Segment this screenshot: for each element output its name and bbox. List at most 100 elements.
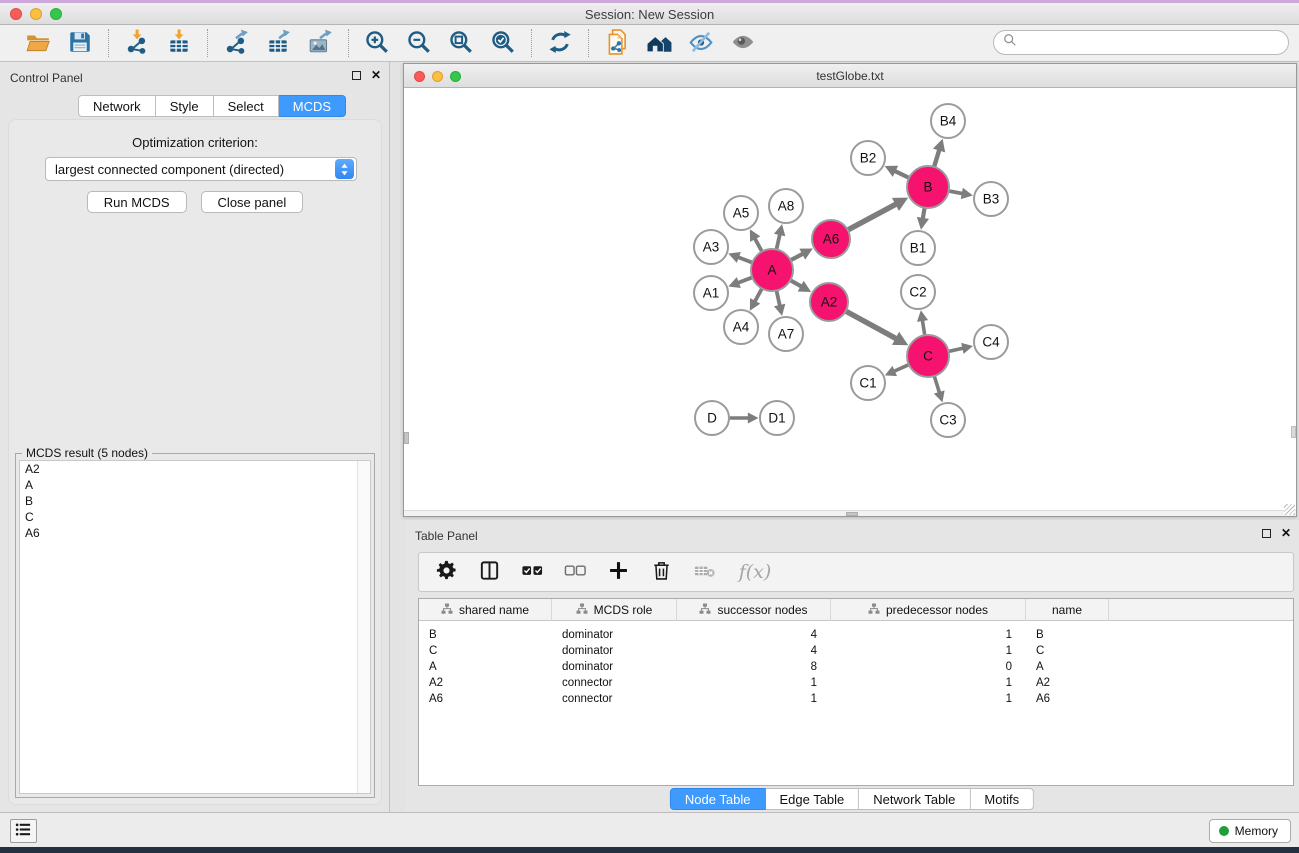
cell-4-4[interactable]: A6 — [1036, 691, 1050, 707]
close-panel-button[interactable]: Close panel — [201, 191, 304, 213]
node-table[interactable]: shared nameMCDS rolesuccessor nodesprede… — [418, 598, 1294, 786]
network-hscroll-thumb[interactable] — [846, 512, 858, 516]
tab-network[interactable]: Network — [78, 95, 156, 117]
edge-C-C3[interactable] — [934, 374, 945, 402]
refresh-view-button[interactable] — [544, 27, 576, 59]
show-columns-button[interactable] — [476, 559, 502, 585]
mcds-result-item[interactable]: A — [20, 477, 370, 493]
node-D[interactable]: D — [695, 401, 729, 435]
table-tab-network-table[interactable]: Network Table — [859, 788, 970, 810]
edge-C-C2[interactable] — [917, 310, 928, 337]
node-B[interactable]: B — [907, 166, 949, 208]
edge-A-A2[interactable] — [789, 279, 812, 292]
node-A8[interactable]: A8 — [769, 189, 803, 223]
cell-4-0[interactable]: A6 — [429, 691, 443, 707]
tab-mcds[interactable]: MCDS — [279, 95, 346, 117]
optimization-dropdown[interactable]: largest connected component (directed) — [45, 157, 357, 181]
export-image-button[interactable] — [304, 27, 336, 59]
cell-2-4[interactable]: A — [1036, 659, 1044, 675]
cell-2-1[interactable]: dominator — [562, 659, 613, 675]
cell-4-2[interactable]: 1 — [677, 691, 817, 707]
cell-0-4[interactable]: B — [1036, 627, 1044, 643]
table-tab-node-table[interactable]: Node Table — [670, 788, 766, 810]
node-B3[interactable]: B3 — [974, 182, 1008, 216]
edge-B-B4[interactable] — [933, 139, 945, 169]
window-resize-grip[interactable] — [1284, 504, 1295, 515]
node-B4[interactable]: B4 — [931, 104, 965, 138]
close-table-panel-icon[interactable]: ✕ — [1281, 528, 1291, 538]
export-network-button[interactable] — [220, 27, 252, 59]
column-header-shared-name[interactable]: shared name — [419, 599, 552, 621]
column-header-predecessor-nodes[interactable]: predecessor nodes — [831, 599, 1026, 621]
search-box[interactable] — [993, 30, 1289, 55]
cell-2-3[interactable]: 0 — [831, 659, 1012, 675]
float-panel-icon[interactable] — [352, 71, 361, 80]
memory-button[interactable]: Memory — [1209, 819, 1291, 843]
zoom-out-button[interactable] — [403, 27, 435, 59]
delete-column-button[interactable] — [648, 559, 674, 585]
cell-3-0[interactable]: A2 — [429, 675, 443, 691]
table-tab-edge-table[interactable]: Edge Table — [765, 788, 859, 810]
node-A1[interactable]: A1 — [694, 276, 728, 310]
cell-0-3[interactable]: 1 — [831, 627, 1012, 643]
cell-3-1[interactable]: connector — [562, 675, 613, 691]
edge-B-B3[interactable] — [947, 188, 973, 199]
edge-A-A6[interactable] — [789, 249, 813, 262]
edge-A-A4[interactable] — [750, 287, 763, 311]
node-B2[interactable]: B2 — [851, 141, 885, 175]
edge-B-B1[interactable] — [917, 206, 929, 230]
table-settings-button[interactable] — [433, 559, 459, 585]
mcds-result-item[interactable]: A2 — [20, 461, 370, 477]
mcds-result-item[interactable]: A6 — [20, 525, 370, 541]
float-table-panel-icon[interactable] — [1262, 529, 1271, 538]
run-mcds-button[interactable]: Run MCDS — [87, 191, 187, 213]
result-scrollbar[interactable] — [357, 461, 370, 793]
node-D1[interactable]: D1 — [760, 401, 794, 435]
cell-1-3[interactable]: 1 — [831, 643, 1012, 659]
node-B1[interactable]: B1 — [901, 231, 935, 265]
close-panel-icon[interactable]: ✕ — [371, 70, 381, 80]
import-network-button[interactable] — [121, 27, 153, 59]
node-A6[interactable]: A6 — [812, 220, 850, 258]
node-A2[interactable]: A2 — [810, 283, 848, 321]
search-input[interactable] — [1022, 33, 1288, 53]
deselect-all-button[interactable] — [562, 559, 588, 585]
cell-1-0[interactable]: C — [429, 643, 437, 659]
export-table-button[interactable] — [262, 27, 294, 59]
edge-A2-C[interactable] — [844, 310, 908, 345]
edge-C-C4[interactable] — [947, 343, 973, 354]
column-header-successor-nodes[interactable]: successor nodes — [677, 599, 831, 621]
node-C1[interactable]: C1 — [851, 366, 885, 400]
edge-A-A8[interactable] — [774, 224, 785, 251]
network-document-button[interactable] — [601, 27, 633, 59]
column-header-MCDS-role[interactable]: MCDS role — [552, 599, 677, 621]
save-session-button[interactable] — [64, 27, 96, 59]
node-C2[interactable]: C2 — [901, 275, 935, 309]
mcds-result-item[interactable]: B — [20, 493, 370, 509]
cell-3-2[interactable]: 1 — [677, 675, 817, 691]
mcds-result-item[interactable]: C — [20, 509, 370, 525]
tab-style[interactable]: Style — [156, 95, 214, 117]
cell-4-1[interactable]: connector — [562, 691, 613, 707]
cell-0-2[interactable]: 4 — [677, 627, 817, 643]
node-C3[interactable]: C3 — [931, 403, 965, 437]
edge-A-A1[interactable] — [728, 277, 754, 288]
cell-4-3[interactable]: 1 — [831, 691, 1012, 707]
cell-0-0[interactable]: B — [429, 627, 437, 643]
cell-3-3[interactable]: 1 — [831, 675, 1012, 691]
network-canvas[interactable]: AA6A2BCA1A3A4A5A7A8B1B2B3B4C1C2C3C4DD1 — [404, 88, 1296, 510]
edge-A6-B[interactable] — [846, 198, 908, 231]
cell-1-2[interactable]: 4 — [677, 643, 817, 659]
node-C4[interactable]: C4 — [974, 325, 1008, 359]
edge-A-A7[interactable] — [774, 289, 785, 316]
cell-1-1[interactable]: dominator — [562, 643, 613, 659]
node-A7[interactable]: A7 — [769, 317, 803, 351]
birdseye-button[interactable] — [727, 27, 759, 59]
open-file-button[interactable] — [22, 27, 54, 59]
home-button[interactable] — [643, 27, 675, 59]
node-A5[interactable]: A5 — [724, 196, 758, 230]
network-window-titlebar[interactable]: testGlobe.txt — [404, 64, 1296, 88]
zoom-selected-button[interactable] — [487, 27, 519, 59]
import-table-button[interactable] — [163, 27, 195, 59]
zoom-in-button[interactable] — [361, 27, 393, 59]
